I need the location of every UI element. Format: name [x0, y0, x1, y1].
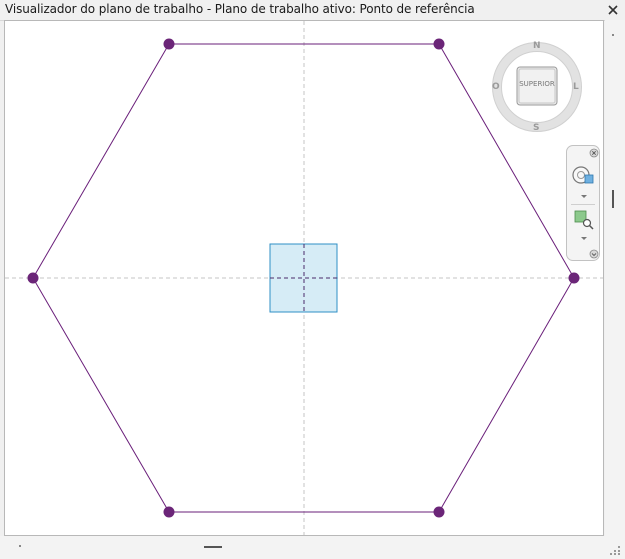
- chevron-down-icon[interactable]: [580, 194, 588, 200]
- compass-east[interactable]: L: [573, 82, 579, 92]
- nav-separator: [571, 204, 595, 205]
- viewcube-face-label[interactable]: SUPERIOR: [516, 80, 558, 88]
- compass-south[interactable]: S: [533, 123, 539, 133]
- scroll-marker-bottom: [19, 545, 21, 547]
- close-small-icon[interactable]: [589, 148, 599, 158]
- compass-west[interactable]: O: [492, 82, 500, 92]
- vertical-scrollbar[interactable]: [605, 20, 625, 536]
- navigation-bar: [566, 145, 600, 261]
- close-icon[interactable]: [605, 2, 621, 18]
- zoom-region-icon[interactable]: [574, 210, 594, 230]
- chevron-down-icon[interactable]: [580, 236, 588, 242]
- options-icon[interactable]: [589, 249, 599, 259]
- scroll-marker: [612, 34, 614, 36]
- window-title: Visualizador do plano de trabalho - Plan…: [5, 2, 475, 16]
- window-titlebar: Visualizador do plano de trabalho - Plan…: [0, 0, 625, 21]
- resize-grip-icon[interactable]: [609, 545, 621, 555]
- workplane-viewport[interactable]: [4, 20, 604, 536]
- compass-north[interactable]: N: [533, 41, 541, 51]
- vertical-splitter-grip[interactable]: [612, 190, 614, 208]
- orbit-icon[interactable]: [570, 164, 596, 186]
- horizontal-splitter-grip[interactable]: [204, 546, 222, 548]
- horizontal-scrollbar[interactable]: [0, 536, 625, 559]
